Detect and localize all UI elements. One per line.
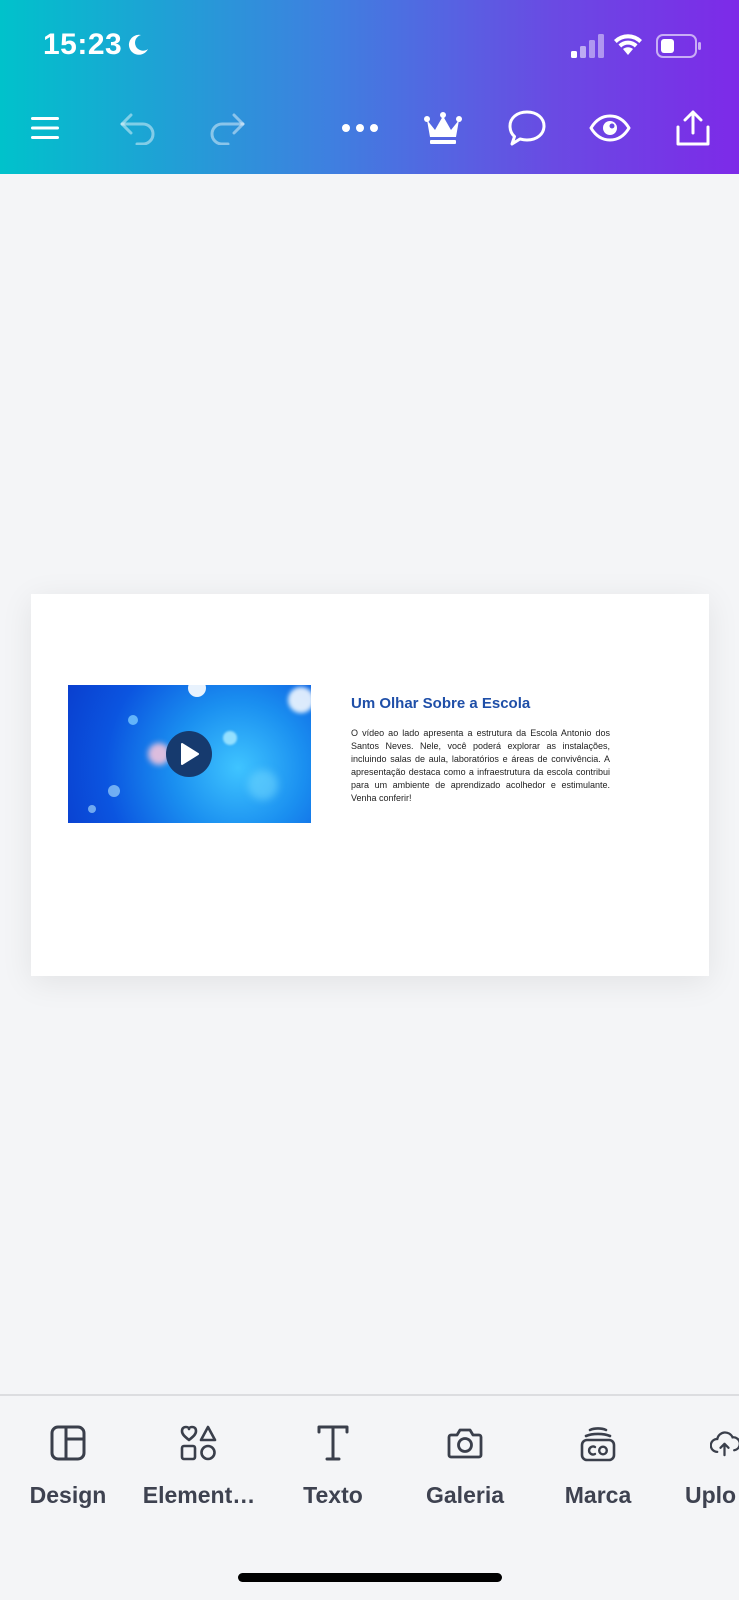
- nav-label: Design: [29, 1482, 107, 1508]
- bokeh: [288, 687, 311, 713]
- status-time: 15:23: [43, 28, 123, 61]
- nav-label: Uplo: [685, 1482, 737, 1508]
- battery-icon: [656, 34, 701, 58]
- play-button[interactable]: [166, 731, 212, 777]
- redo-icon: [210, 113, 245, 145]
- moon-icon: [128, 34, 148, 55]
- bokeh: [128, 715, 138, 725]
- preview-button[interactable]: [586, 104, 634, 152]
- wifi-icon: [614, 34, 642, 55]
- design-icon: [50, 1425, 86, 1461]
- share-button[interactable]: [669, 104, 717, 152]
- comment-button[interactable]: [503, 104, 551, 152]
- play-icon: [181, 743, 199, 765]
- slide-body-text[interactable]: O vídeo ao lado apresenta a estrutura da…: [351, 727, 610, 805]
- bottom-nav: Design Element… Texto Galeria Marca Uplo: [0, 1394, 739, 1600]
- hamburger-icon: [31, 117, 59, 139]
- undo-icon: [120, 113, 155, 145]
- nav-gallery[interactable]: Galeria: [400, 1422, 530, 1509]
- nav-brand[interactable]: Marca: [533, 1422, 663, 1509]
- home-indicator[interactable]: [238, 1573, 502, 1582]
- camera-icon: [447, 1428, 483, 1459]
- eye-icon: [589, 114, 631, 142]
- nav-label: Marca: [564, 1482, 632, 1508]
- brand-icon: [580, 1427, 616, 1462]
- comment-icon: [508, 110, 546, 146]
- elements-icon: [180, 1425, 217, 1461]
- nav-elements[interactable]: Element…: [134, 1422, 264, 1509]
- bokeh: [108, 785, 120, 797]
- redo-button[interactable]: [203, 104, 251, 152]
- nav-label: Element…: [142, 1482, 256, 1508]
- nav-design[interactable]: Design: [3, 1422, 133, 1509]
- bokeh: [188, 685, 206, 697]
- menu-button[interactable]: [21, 104, 69, 152]
- nav-label: Galeria: [426, 1482, 504, 1508]
- nav-label: Texto: [303, 1482, 363, 1508]
- undo-button[interactable]: [114, 104, 162, 152]
- more-icon: [342, 124, 378, 132]
- share-icon: [676, 110, 710, 146]
- text-icon: [317, 1425, 349, 1461]
- nav-text[interactable]: Texto: [268, 1422, 398, 1509]
- upload-icon: [710, 1431, 739, 1457]
- crown-icon: [424, 112, 462, 144]
- nav-uploads[interactable]: Uplo: [666, 1422, 739, 1509]
- more-button[interactable]: [336, 104, 384, 152]
- video-thumbnail[interactable]: [68, 685, 311, 823]
- bokeh: [88, 805, 96, 813]
- top-bar: 15:23: [0, 0, 739, 174]
- premium-button[interactable]: [419, 104, 467, 152]
- slide-title[interactable]: Um Olhar Sobre a Escola: [351, 695, 641, 712]
- slide-page[interactable]: Um Olhar Sobre a Escola O vídeo ao lado …: [31, 594, 709, 976]
- signal-icon: [571, 34, 604, 58]
- bokeh: [248, 770, 278, 800]
- bokeh: [223, 731, 237, 745]
